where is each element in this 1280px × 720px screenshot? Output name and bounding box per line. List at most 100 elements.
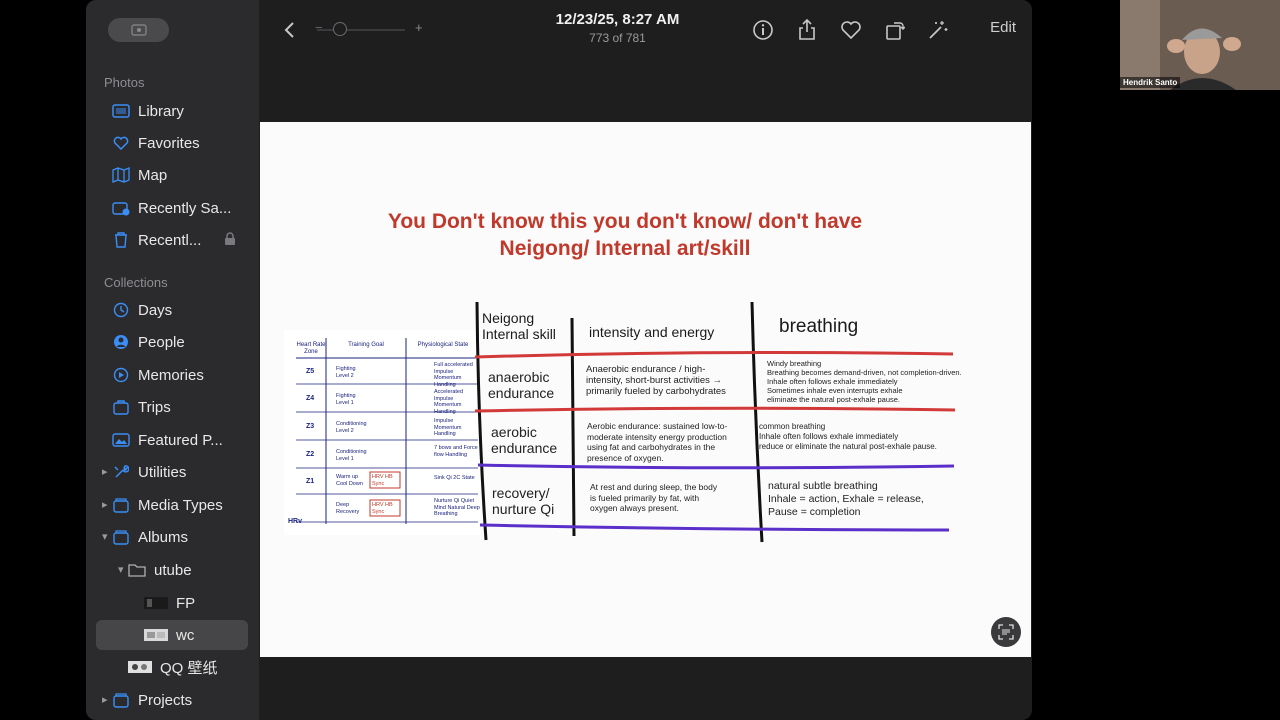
share-button[interactable] bbox=[794, 17, 820, 43]
text-line: eliminate the natural post-exhale pause. bbox=[767, 395, 901, 404]
sidebar-item-recently-deleted[interactable]: Recentl... bbox=[112, 225, 248, 255]
row-anaerobic-intensity: Anaerobic endurance / high- intensity, s… bbox=[586, 364, 726, 397]
map-icon bbox=[112, 166, 130, 184]
participant-name: Hendrik Santo bbox=[1120, 77, 1181, 88]
row-aerobic-breathing: common breathing Inhale often follows ex… bbox=[759, 422, 937, 452]
skill-line: recovery/ bbox=[492, 485, 550, 501]
text-line: primarily fueled by carbohydrates bbox=[586, 386, 726, 397]
sidebar-item-label: Featured P... bbox=[138, 431, 223, 449]
text-line: Breathing becomes demand-driven, not com… bbox=[767, 368, 962, 377]
sidebar-item-label: People bbox=[138, 333, 185, 351]
sidebar-item-label: Trips bbox=[138, 398, 171, 416]
trash-icon bbox=[112, 231, 130, 249]
sidebar-item-label: Utilities bbox=[138, 463, 187, 481]
sidebar-item-days[interactable]: Days bbox=[112, 295, 262, 325]
sidebar-item-trips[interactable]: Trips bbox=[112, 392, 262, 422]
photo-viewer: You Don't know this you don't know/ don'… bbox=[260, 122, 1031, 657]
row-aerobic-intensity: Aerobic endurance: sustained low-to- mod… bbox=[587, 421, 727, 463]
sidebar-item-label: Media Types bbox=[138, 496, 223, 514]
sidebar-item-label: wc bbox=[176, 626, 195, 644]
text-line: Inhale often follows exhale immediately bbox=[767, 377, 898, 386]
col-header-neigong: Neigong Internal skill bbox=[482, 310, 556, 342]
sidebar-item-albums[interactable]: ▾ Albums bbox=[98, 522, 248, 552]
featured-photo-icon bbox=[112, 431, 130, 449]
sidebar-item-label: Recently Sa... bbox=[138, 199, 232, 217]
edit-button[interactable]: Edit bbox=[990, 19, 1016, 36]
info-button[interactable] bbox=[750, 17, 776, 43]
text-line: is fueled primarily by fat, with bbox=[590, 492, 700, 503]
enhance-button[interactable] bbox=[925, 17, 951, 43]
sidebar-item-library[interactable]: Library bbox=[112, 96, 262, 126]
col-header-breathing: breathing bbox=[779, 316, 859, 337]
live-text-button[interactable] bbox=[991, 617, 1021, 647]
text-line: Pause = completion bbox=[768, 506, 861, 518]
favorite-button[interactable] bbox=[838, 17, 864, 43]
sidebar-item-people[interactable]: People bbox=[112, 327, 262, 357]
row-anaerobic-skill: anaerobic endurance bbox=[488, 369, 554, 401]
sidebar-item-label: Map bbox=[138, 166, 168, 184]
live-text-icon bbox=[998, 624, 1014, 640]
album-stack-icon bbox=[112, 528, 130, 546]
text-line: Aerobic endurance: sustained low-to- bbox=[587, 421, 728, 431]
sidebar-item-media-types[interactable]: ▸ Media Types bbox=[98, 490, 248, 520]
memories-icon bbox=[112, 366, 130, 384]
chevron-right-icon[interactable]: ▸ bbox=[102, 465, 112, 479]
row-recovery-skill: recovery/ nurture Qi bbox=[492, 485, 554, 517]
library-icon bbox=[112, 102, 130, 120]
section-collections-label: Collections bbox=[104, 275, 168, 290]
sidebar-item-qq-wallpaper[interactable]: QQ 壁纸 bbox=[128, 652, 278, 682]
chevron-right-icon[interactable]: ▸ bbox=[102, 498, 112, 512]
text-line: presence of oxygen. bbox=[587, 452, 664, 463]
sidebar-item-label: QQ 壁纸 bbox=[160, 659, 218, 677]
sidebar-item-utube[interactable]: ▾ utube bbox=[114, 555, 264, 585]
sidebar-item-label: Library bbox=[138, 102, 184, 120]
clock-icon bbox=[112, 301, 130, 319]
col-header-intensity: intensity and energy bbox=[589, 324, 715, 340]
chevron-down-icon[interactable]: ▾ bbox=[118, 563, 128, 577]
sidebar-item-projects[interactable]: ▸ Projects bbox=[98, 685, 248, 715]
text-line: moderate intensity energy production bbox=[587, 431, 727, 442]
sidebar-item-label: Projects bbox=[138, 691, 193, 709]
magic-wand-icon bbox=[929, 21, 948, 39]
recently-saved-icon bbox=[112, 199, 130, 217]
video-call-thumbnail[interactable]: Hendrik Santo bbox=[1120, 0, 1280, 90]
skill-line: anaerobic bbox=[488, 369, 550, 385]
sidebar-item-wc[interactable]: wc bbox=[96, 620, 248, 650]
album-thumbnail-icon bbox=[144, 594, 168, 612]
col-header-line: Neigong bbox=[482, 310, 535, 326]
wrench-icon bbox=[112, 463, 130, 481]
sidebar-toggle-button[interactable] bbox=[108, 18, 169, 42]
projects-icon bbox=[112, 691, 130, 709]
row-recovery-intensity: At rest and during sleep, the body is fu… bbox=[590, 482, 717, 514]
row-aerobic-skill: aerobic endurance bbox=[491, 424, 557, 456]
sidebar-item-label: Recentl... bbox=[138, 231, 202, 249]
sidebar-item-memories[interactable]: Memories bbox=[112, 360, 262, 390]
sidebar: Photos Library Favorites Map Recently Sa… bbox=[86, 0, 259, 720]
rotate-button[interactable] bbox=[882, 17, 908, 43]
text-line: reduce or eliminate the natural post-exh… bbox=[759, 442, 937, 451]
folder-stack-icon bbox=[112, 496, 130, 514]
sidebar-item-label: FP bbox=[176, 594, 196, 612]
suitcase-icon bbox=[112, 398, 130, 416]
sidebar-icon bbox=[130, 24, 147, 36]
heart-icon bbox=[112, 134, 130, 152]
person-icon bbox=[112, 333, 130, 351]
sidebar-item-label: Favorites bbox=[138, 134, 200, 152]
sidebar-item-utilities[interactable]: ▸ Utilities bbox=[98, 457, 248, 487]
album-thumbnail-icon bbox=[128, 658, 152, 676]
lock-icon bbox=[224, 232, 236, 250]
text-line: Inhale = action, Exhale = release, bbox=[768, 493, 924, 505]
text-line: Inhale often follows exhale immediately bbox=[759, 432, 899, 441]
text-line: using fat and carbohydrates in the bbox=[587, 442, 716, 452]
chevron-right-icon[interactable]: ▸ bbox=[102, 693, 112, 707]
col-header-line: Internal skill bbox=[482, 326, 556, 342]
sidebar-item-label: utube bbox=[154, 561, 192, 579]
skill-line: aerobic bbox=[491, 424, 537, 440]
chevron-down-icon[interactable]: ▾ bbox=[102, 530, 112, 544]
sidebar-item-map[interactable]: Map bbox=[112, 160, 262, 190]
sidebar-item-recently-saved[interactable]: Recently Sa... bbox=[112, 193, 262, 223]
text-line: Anaerobic endurance / high- bbox=[586, 364, 706, 375]
text-line: oxygen always present. bbox=[590, 503, 679, 513]
sidebar-item-favorites[interactable]: Favorites bbox=[112, 128, 262, 158]
sidebar-item-featured-photos[interactable]: Featured P... bbox=[112, 425, 262, 455]
